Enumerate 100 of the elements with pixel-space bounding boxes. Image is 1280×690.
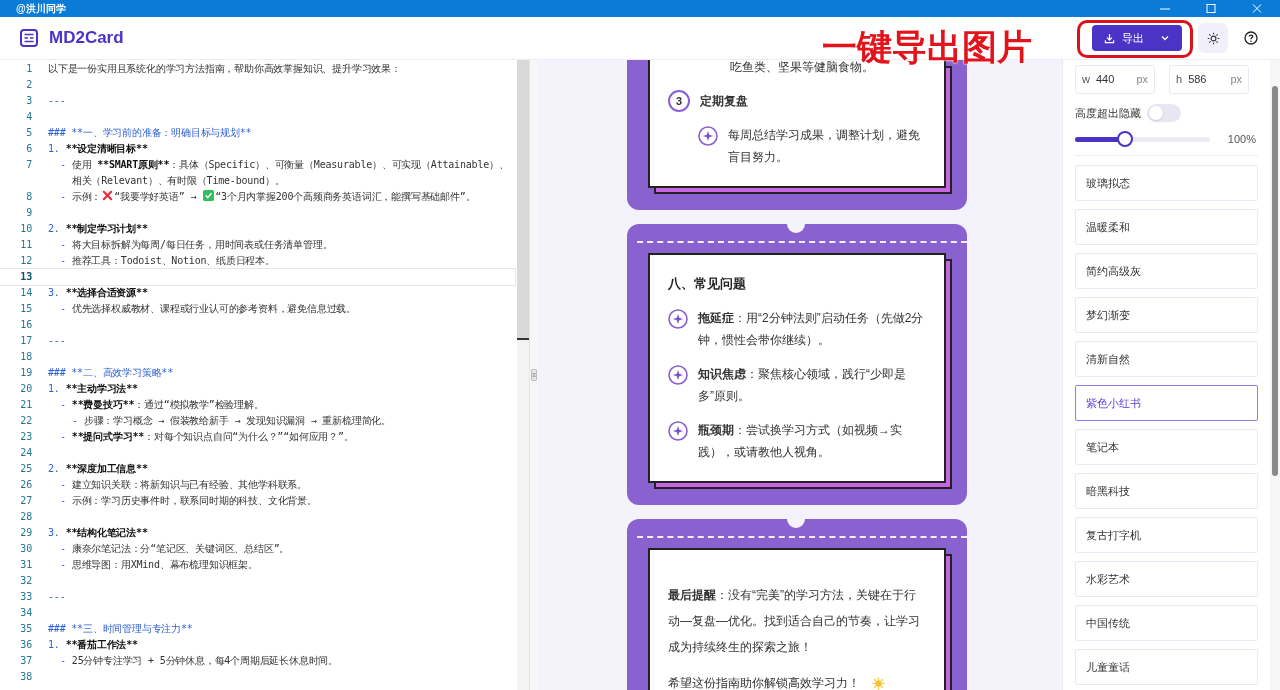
line-number: 24 bbox=[19, 446, 33, 460]
theme-option[interactable]: 清新自然 bbox=[1075, 341, 1258, 377]
horizontal-rule-markup: --- bbox=[48, 335, 66, 346]
field-label: h bbox=[1176, 72, 1183, 88]
line-number: 13 bbox=[19, 270, 33, 284]
theme-option[interactable]: 笔记本 bbox=[1075, 429, 1258, 465]
heading-markup: ### **三、时间管理与专注力** bbox=[48, 623, 193, 634]
list-marker: - bbox=[60, 190, 66, 204]
code-line-text: 步骤：学习概念 → 假装教给新手 → 发现知识漏洞 → 重新梳理简化。 bbox=[83, 414, 391, 428]
list-marker: 3. bbox=[48, 286, 60, 300]
code-line-text: 示例：学习历史事件时，联系同时期的科技、文化背景。 bbox=[71, 494, 317, 508]
field-label: w bbox=[1082, 72, 1090, 88]
logo-icon bbox=[20, 29, 38, 47]
list-marker: - bbox=[60, 542, 66, 556]
theme-option[interactable]: 简约高级灰 bbox=[1075, 253, 1258, 289]
list-marker: - bbox=[60, 494, 66, 508]
card-heading: 八、常见问题 bbox=[668, 275, 747, 293]
line-number: 10 bbox=[19, 222, 33, 236]
line-number: 29 bbox=[19, 526, 33, 540]
line-number: 7 bbox=[25, 158, 33, 172]
toggle-label: 高度超出隐藏 bbox=[1075, 105, 1141, 121]
sparkle-icon bbox=[698, 126, 718, 146]
list-marker: 1. bbox=[48, 638, 60, 652]
line-number: 19 bbox=[19, 366, 33, 380]
theme-option[interactable]: 水彩艺术 bbox=[1075, 561, 1258, 597]
heading-markup: ### **二、高效学习策略** bbox=[48, 367, 173, 378]
sparkle-icon bbox=[668, 365, 688, 385]
code-line-text: 将大目标拆解为每周/每日任务，用时间表或任务清单管理。 bbox=[71, 238, 333, 252]
list-marker: - bbox=[60, 430, 66, 444]
line-number: 38 bbox=[19, 670, 33, 684]
line-number: 12 bbox=[19, 254, 33, 268]
paragraph: 最后提醒：没有“完美”的学习方法，关键在于行动—复盘—优化。找到适合自己的节奏，让学习成为持续终生的探索之旅！ bbox=[668, 587, 921, 656]
step-title: 定期复盘 bbox=[700, 93, 748, 110]
list-marker: - bbox=[72, 414, 78, 428]
toggle-switch[interactable] bbox=[1147, 104, 1181, 122]
line-number: 15 bbox=[19, 302, 33, 316]
scrollbar[interactable] bbox=[517, 60, 529, 690]
code-line-text: 建立知识关联：将新知识与已有经验、其他学科联系。 bbox=[71, 478, 308, 492]
point-text: 瓶颈期：尝试换学习方式（如视频→实践），或请教他人视角。 bbox=[698, 422, 903, 461]
drag-handle-icon[interactable] bbox=[531, 369, 537, 381]
line-number: 11 bbox=[19, 238, 33, 252]
export-button[interactable]: 导出 bbox=[1092, 25, 1182, 51]
line-number: 27 bbox=[19, 494, 33, 508]
theme-option[interactable]: 温暖柔和 bbox=[1075, 209, 1258, 245]
list-marker: - bbox=[60, 398, 66, 412]
paragraph: 希望这份指南助你解锁高效学习力！ bbox=[668, 675, 860, 690]
theme-option[interactable]: 复古打字机 bbox=[1075, 517, 1258, 553]
theme-option[interactable]: 儿童童话 bbox=[1075, 649, 1258, 685]
dimension-field[interactable]: w 440 px bbox=[1075, 65, 1155, 94]
cross-icon bbox=[102, 190, 114, 201]
line-number: 36 bbox=[19, 638, 33, 652]
line-number: 5 bbox=[25, 126, 33, 140]
point-text: 知识焦虑：聚焦核心领域，践行“少即是多”原则。 bbox=[698, 366, 907, 405]
code-line-text: **设定清晰目标** bbox=[65, 142, 148, 156]
theme-option[interactable]: 梦幻渐变 bbox=[1075, 297, 1258, 333]
line-number: 4 bbox=[25, 110, 33, 124]
list-marker: - bbox=[60, 558, 66, 572]
theme-toggle-button[interactable] bbox=[1198, 23, 1228, 53]
line-number: 16 bbox=[19, 318, 33, 332]
code-line-text: 推荐工具：Todoist、Notion、纸质日程本。 bbox=[71, 254, 275, 268]
unit-label: px bbox=[1136, 72, 1148, 88]
code-line-text: **提问式学习**：对每个知识点自问“为什么？”“如何应用？”。 bbox=[71, 430, 354, 444]
line-number: 17 bbox=[19, 334, 33, 348]
list-marker: - bbox=[60, 238, 66, 252]
heading-markup: ### **一、学习前的准备：明确目标与规划** bbox=[48, 127, 252, 138]
unit-label: px bbox=[1230, 72, 1242, 88]
theme-option[interactable]: 暗黑科技 bbox=[1075, 473, 1258, 509]
zoom-slider[interactable] bbox=[1075, 131, 1210, 147]
line-number: 30 bbox=[19, 542, 33, 556]
line-number: 3 bbox=[25, 94, 33, 108]
line-number: 6 bbox=[25, 142, 33, 156]
list-marker: 2. bbox=[48, 222, 60, 236]
line-number: 22 bbox=[19, 414, 33, 428]
line-number: 2 bbox=[25, 78, 33, 92]
line-number: 37 bbox=[19, 654, 33, 668]
download-icon bbox=[1104, 32, 1115, 44]
scrollbar[interactable] bbox=[1270, 60, 1280, 690]
line-number: 25 bbox=[19, 462, 33, 476]
code-line-text: **制定学习计划** bbox=[65, 222, 148, 236]
line-number: 28 bbox=[19, 510, 33, 524]
list-marker: - bbox=[60, 654, 66, 668]
point-text: 拖延症：用“2分钟法则”启动任务（先做2分钟，惯性会带你继续）。 bbox=[698, 310, 925, 349]
list-marker: - bbox=[60, 254, 66, 268]
line-number: 26 bbox=[19, 478, 33, 492]
line-number: 31 bbox=[19, 558, 33, 572]
list-marker: - bbox=[60, 302, 66, 316]
code-line-text: **结构化笔记法** bbox=[65, 526, 148, 540]
sparkle-icon bbox=[668, 421, 688, 441]
theme-option[interactable]: 紫色小红书 bbox=[1075, 385, 1258, 421]
line-number: 34 bbox=[19, 606, 33, 620]
theme-option[interactable]: 中国传统 bbox=[1075, 605, 1258, 641]
theme-option[interactable]: 玻璃拟态 bbox=[1075, 165, 1258, 201]
help-button[interactable] bbox=[1242, 29, 1260, 47]
step-number: 3 bbox=[668, 90, 690, 112]
dimension-field[interactable]: h 586 px bbox=[1169, 65, 1249, 94]
code-line-text: **主动学习法** bbox=[65, 382, 138, 396]
line-number: 1 bbox=[25, 62, 33, 76]
code-line-text: **番茄工作法** bbox=[65, 638, 138, 652]
code-line-text: 使用 **SMART原则**：具体（Specific）、可衡量（Measurable）、可实现（Attainable）、相关（Relevant）、有时限（Time-bound）。 bbox=[71, 158, 510, 188]
list-marker: 3. bbox=[48, 526, 60, 540]
